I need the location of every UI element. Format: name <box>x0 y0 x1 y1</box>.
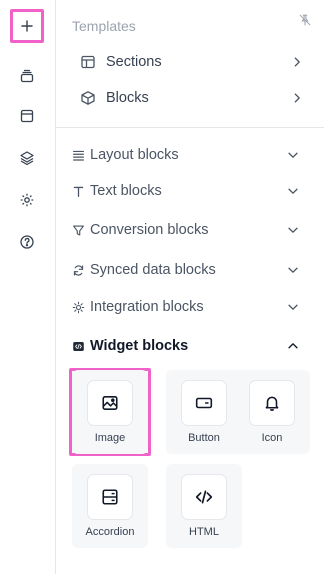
divider <box>56 127 324 128</box>
sections-item[interactable]: Sections <box>80 50 304 74</box>
category-label: Widget blocks <box>90 338 189 354</box>
help-icon <box>20 235 34 249</box>
chevron-down-icon <box>288 227 298 233</box>
settings-button[interactable] <box>10 183 44 217</box>
widget-html[interactable]: HTML <box>166 464 242 548</box>
chevron-down-icon <box>288 188 298 194</box>
chevron-down-icon <box>288 304 298 310</box>
chevron-right-icon <box>294 57 300 67</box>
button-icon <box>195 397 213 409</box>
layout-icon <box>81 55 95 69</box>
sections-label: Sections <box>106 54 162 70</box>
category-label: Layout blocks <box>90 147 179 163</box>
widget-icon-box <box>87 474 133 520</box>
window-icon <box>20 109 34 123</box>
category-label: Text blocks <box>90 183 162 199</box>
add-button[interactable] <box>10 9 44 43</box>
image-icon <box>102 396 118 410</box>
category-conversion-blocks[interactable]: Conversion blocks <box>72 219 300 241</box>
chevron-down-icon <box>288 152 298 158</box>
widget-icon-box <box>249 380 295 426</box>
stack-button[interactable] <box>10 59 44 93</box>
help-button[interactable] <box>10 225 44 259</box>
bell-icon <box>265 396 279 411</box>
widget-button[interactable]: Button <box>166 370 242 454</box>
widget-accordion[interactable]: Accordion <box>72 464 148 548</box>
blocks-panel: Templates Sections Blocks Layout blocks … <box>56 0 324 574</box>
sun-icon <box>72 301 85 313</box>
widget-image[interactable]: Image <box>72 370 148 454</box>
category-layout-blocks[interactable]: Layout blocks <box>72 144 300 166</box>
layers-icon <box>20 151 34 166</box>
category-label: Conversion blocks <box>90 222 209 238</box>
widget-label: Button <box>188 432 220 444</box>
filter-icon <box>73 224 84 236</box>
widget-icon[interactable]: Icon <box>234 370 310 454</box>
chevron-right-icon <box>294 93 300 103</box>
layers-button[interactable] <box>10 141 44 175</box>
cube-icon <box>81 91 95 105</box>
category-label: Synced data blocks <box>90 262 216 278</box>
code-square-icon <box>73 341 84 351</box>
refresh-icon <box>73 264 84 276</box>
blocks-item[interactable]: Blocks <box>80 86 304 110</box>
window-button[interactable] <box>10 99 44 133</box>
widget-icon-box <box>181 380 227 426</box>
category-label: Integration blocks <box>90 299 204 315</box>
widget-label: HTML <box>189 526 219 538</box>
layout-lines-icon <box>73 150 84 161</box>
templates-header: Templates <box>72 18 136 34</box>
gear-icon <box>20 193 34 207</box>
chevron-down-icon <box>288 267 298 273</box>
widget-label: Accordion <box>85 526 135 538</box>
category-synced-data-blocks[interactable]: Synced data blocks <box>72 259 300 281</box>
stack-icon <box>20 69 34 83</box>
chevron-up-icon <box>288 343 298 349</box>
category-text-blocks[interactable]: Text blocks <box>72 180 300 202</box>
accordion-icon <box>102 489 118 505</box>
code-icon <box>195 490 213 504</box>
widget-label: Icon <box>261 432 283 444</box>
pin-off-icon[interactable] <box>298 13 312 27</box>
widget-label: Image <box>94 432 126 444</box>
icon-rail <box>0 0 56 574</box>
widget-icon-box <box>181 474 227 520</box>
text-icon <box>73 186 84 197</box>
blocks-label: Blocks <box>106 90 149 106</box>
widget-icon-box <box>87 380 133 426</box>
category-widget-blocks[interactable]: Widget blocks <box>72 335 300 357</box>
category-integration-blocks[interactable]: Integration blocks <box>72 296 300 318</box>
add-icon <box>21 20 33 32</box>
